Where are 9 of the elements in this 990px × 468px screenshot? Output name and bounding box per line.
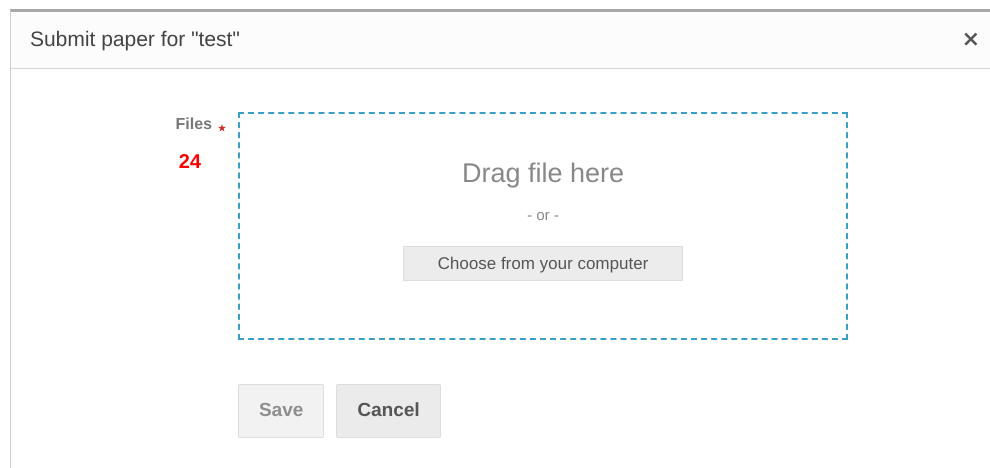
close-button[interactable]: × [962,29,980,51]
separator-text: - or - [527,207,559,224]
drop-zone[interactable]: Drag file here - or - Choose from your computer [238,112,848,340]
field-label: Files [176,116,212,134]
choose-file-button[interactable]: Choose from your computer [403,246,683,281]
action-button[interactable]: Cancel [336,384,441,438]
dialog-title: Submit paper for "test" [30,28,240,52]
annotation-number: 24 [178,151,201,174]
drop-prompt: Drag file here [462,158,624,189]
